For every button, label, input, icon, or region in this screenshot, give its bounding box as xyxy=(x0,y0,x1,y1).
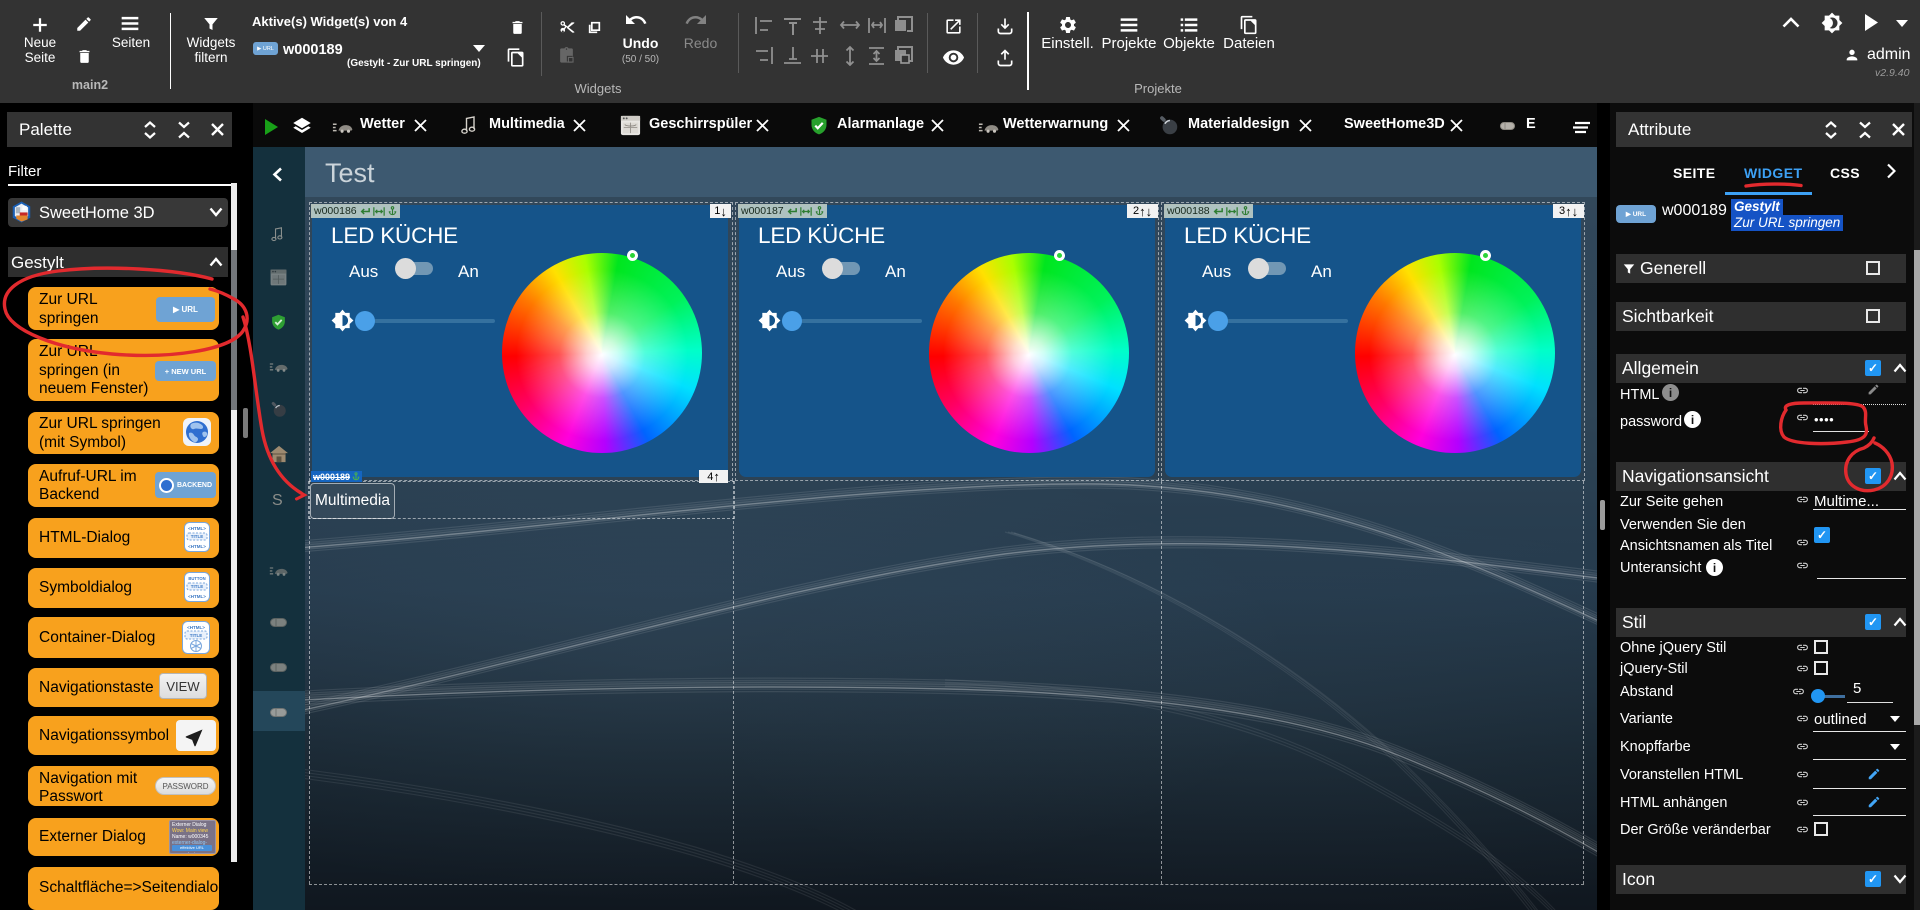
svg-text:TITLE: TITLE xyxy=(190,633,203,638)
svg-text:TITLE: TITLE xyxy=(191,534,204,539)
svg-text:TITLE: TITLE xyxy=(191,584,204,589)
svg-text:BUTTON: BUTTON xyxy=(188,576,205,581)
svg-text:<HTML>: <HTML> xyxy=(188,544,206,549)
svg-text:<HTML>: <HTML> xyxy=(188,526,206,531)
svg-text:<HTML>: <HTML> xyxy=(188,594,206,599)
svg-text:<HTML>: <HTML> xyxy=(187,625,205,630)
